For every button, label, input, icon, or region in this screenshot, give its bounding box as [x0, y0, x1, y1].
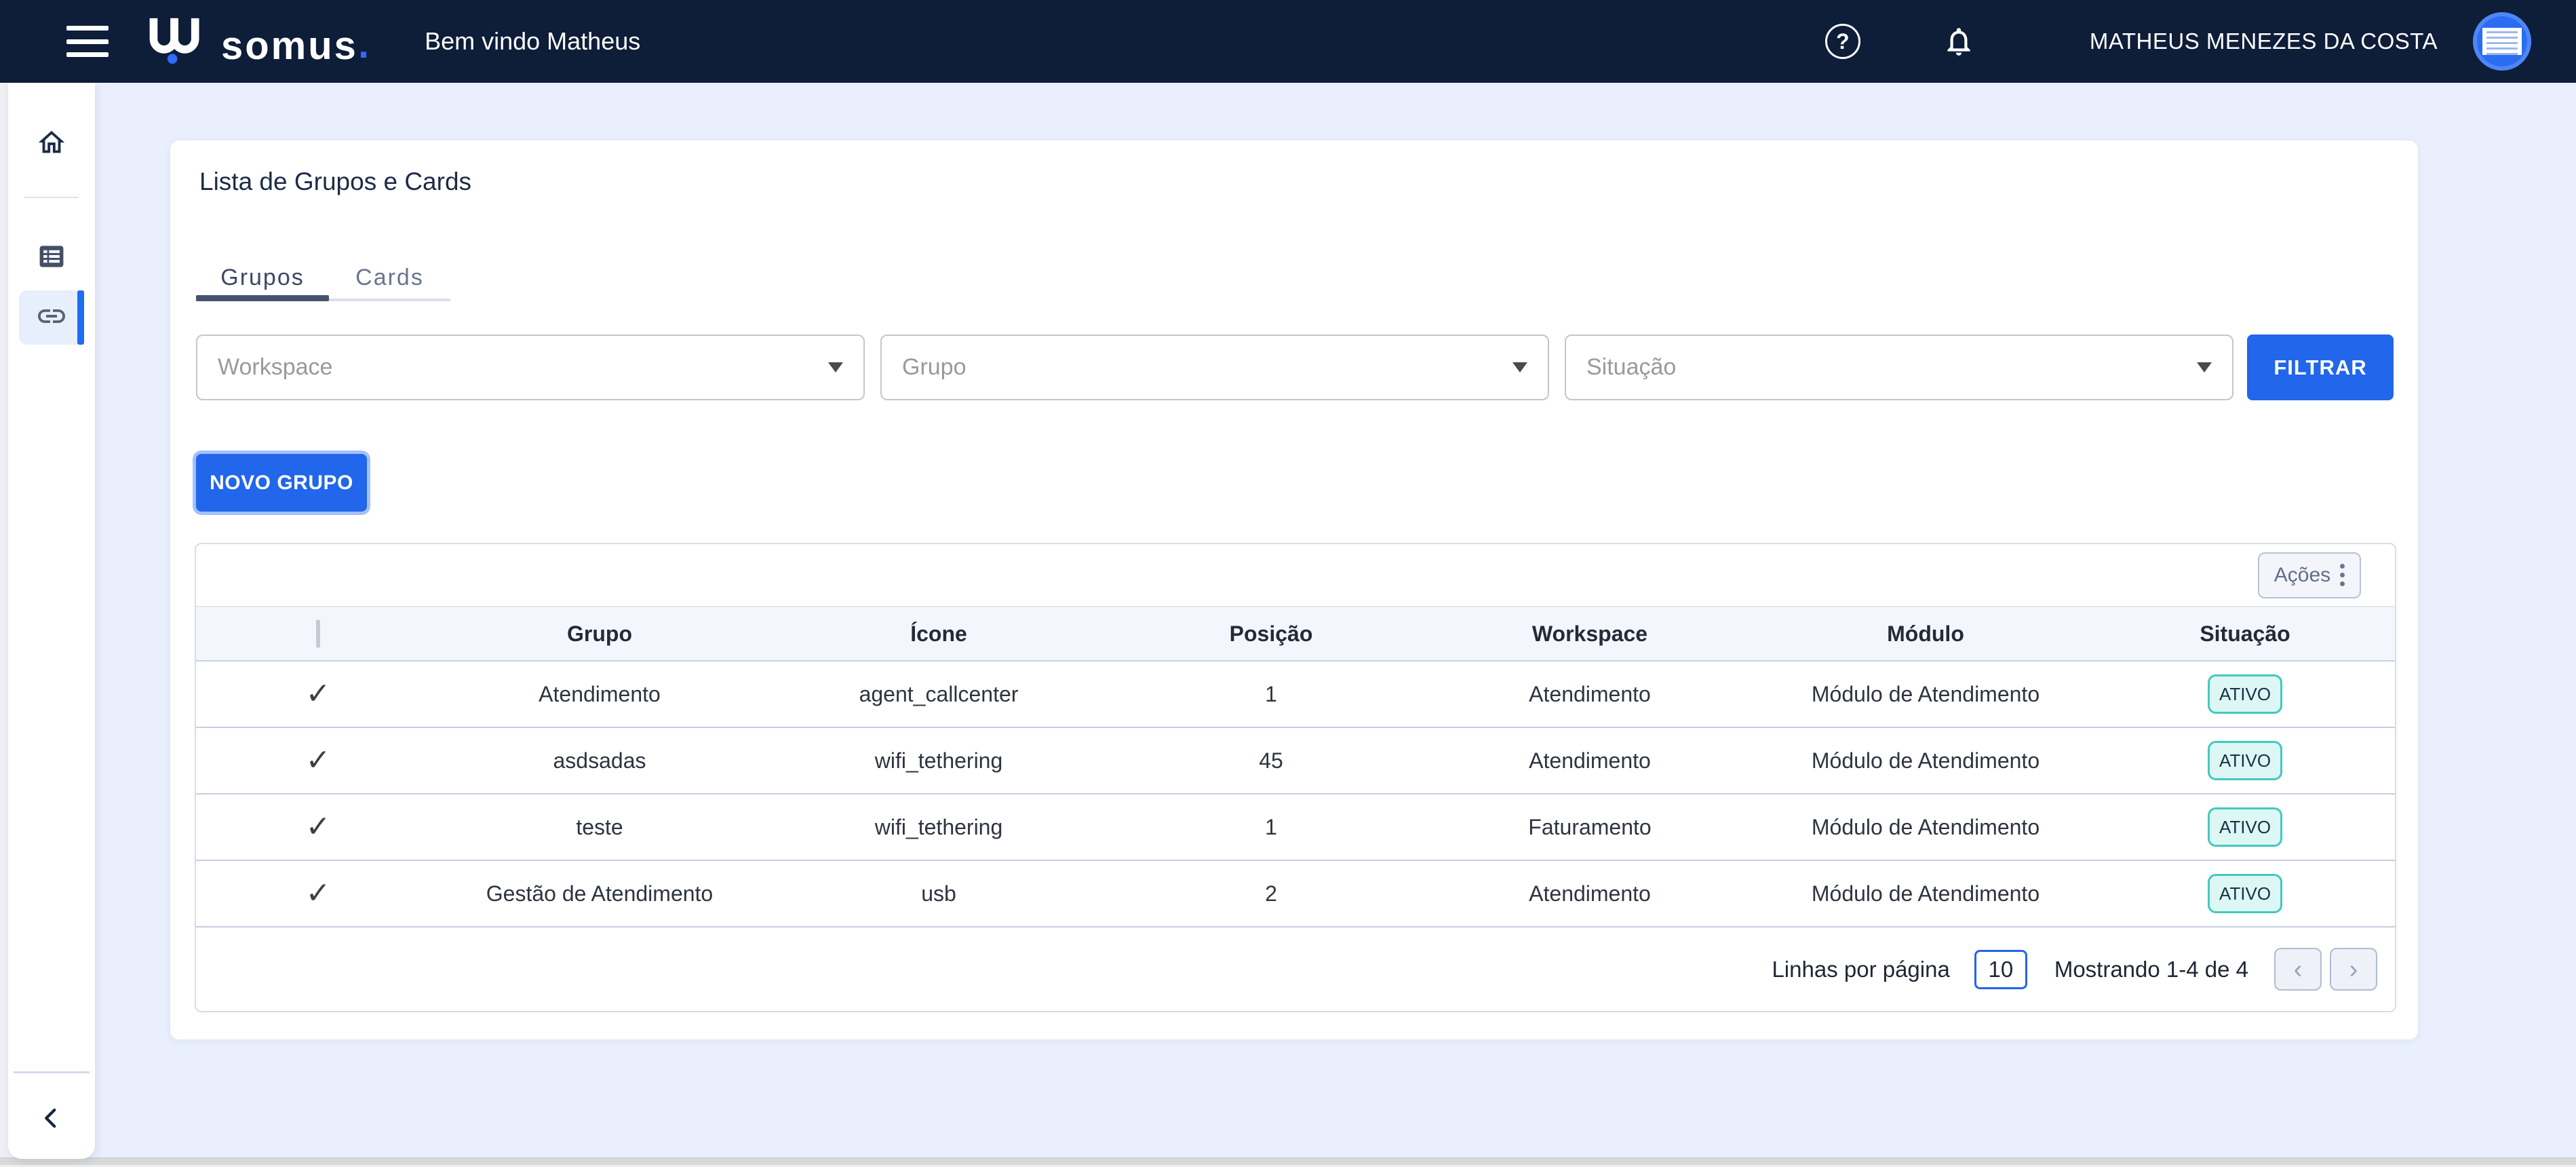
- logo-text: somus: [221, 25, 358, 67]
- page-title: Lista de Grupos e Cards: [199, 168, 471, 196]
- cell-workspace: Atendimento: [1424, 881, 1756, 906]
- column-header-situacao: Situação: [2095, 621, 2395, 647]
- situacao-select-placeholder: Situação: [1586, 354, 1676, 381]
- column-header-workspace: Workspace: [1424, 621, 1756, 647]
- novo-grupo-button[interactable]: NOVO GRUPO: [196, 454, 367, 512]
- status-badge: ATIVO: [2208, 741, 2282, 780]
- chevron-left-icon: ‹: [2294, 957, 2303, 982]
- tabs: Grupos Cards: [196, 257, 450, 298]
- kebab-vertical-icon: [2340, 564, 2345, 586]
- tab-grupos[interactable]: Grupos: [196, 257, 329, 298]
- cell-grupo: teste: [440, 815, 759, 840]
- cell-modulo: Módulo de Atendimento: [1756, 682, 2095, 707]
- topbar: somus. Bem vindo Matheus ? MATHEUS MENEZ…: [0, 0, 2576, 83]
- rows-per-page-input[interactable]: [1974, 950, 2027, 989]
- link-icon: [35, 300, 68, 336]
- previous-page-button[interactable]: ‹: [2274, 948, 2322, 991]
- filter-bar: Workspace Grupo Situação: [196, 334, 2233, 400]
- caret-down-icon: [2197, 362, 2212, 372]
- somus-logo-mark-icon: [138, 16, 214, 67]
- table-header-row: Grupo Ícone Posição Workspace Módulo Sit…: [196, 607, 2395, 662]
- notifications-bell-icon[interactable]: [1942, 24, 1976, 58]
- column-header-modulo: Módulo: [1756, 621, 2095, 647]
- status-badge: ATIVO: [2208, 674, 2282, 714]
- row-selected-check-icon[interactable]: ✓: [306, 877, 331, 910]
- groups-table: Ações Grupo Ícone Posição Workspace Módu…: [195, 543, 2396, 1012]
- grupo-select-placeholder: Grupo: [902, 354, 967, 381]
- sidebar-collapse-button[interactable]: [28, 1101, 75, 1139]
- menu-icon[interactable]: [66, 26, 109, 57]
- acoes-button[interactable]: Ações: [2258, 552, 2361, 598]
- cell-posicao: 1: [1118, 815, 1424, 840]
- cell-grupo: Gestão de Atendimento: [440, 881, 759, 906]
- cell-posicao: 1: [1118, 682, 1424, 707]
- column-header-grupo: Grupo: [440, 621, 759, 647]
- next-page-button[interactable]: ›: [2330, 948, 2377, 991]
- situacao-select[interactable]: Situação: [1565, 334, 2233, 400]
- column-header-icone: Ícone: [759, 621, 1118, 647]
- column-header-posicao: Posição: [1118, 621, 1424, 647]
- row-selected-check-icon[interactable]: ✓: [306, 677, 331, 710]
- caret-down-icon: [828, 362, 843, 372]
- sidebar-item-links-active[interactable]: [19, 290, 84, 345]
- cell-icone: wifi_tethering: [759, 748, 1118, 773]
- chevron-left-icon: [40, 1107, 63, 1133]
- help-icon[interactable]: ?: [1825, 24, 1860, 59]
- cell-icone: wifi_tethering: [759, 815, 1118, 840]
- cell-icone: usb: [759, 881, 1118, 906]
- cell-posicao: 2: [1118, 881, 1424, 906]
- rows-per-page-label: Linhas por página: [1772, 957, 1949, 982]
- sidebar-divider: [24, 197, 79, 198]
- user-name[interactable]: MATHEUS MENEZES DA COSTA: [2090, 28, 2438, 54]
- row-selected-check-icon[interactable]: ✓: [306, 744, 331, 777]
- chevron-right-icon: ›: [2349, 957, 2358, 982]
- home-icon: [36, 127, 67, 161]
- table-toolbar: Ações: [196, 544, 2395, 607]
- somus-logo[interactable]: somus.: [138, 16, 369, 67]
- table-row[interactable]: ✓ Atendimento agent_callcenter 1 Atendim…: [196, 662, 2395, 728]
- workspace-select-placeholder: Workspace: [218, 354, 332, 381]
- main-card: Lista de Grupos e Cards Grupos Cards Wor…: [170, 140, 2419, 1040]
- welcome-text: Bem vindo Matheus: [425, 27, 640, 56]
- cell-posicao: 45: [1118, 748, 1424, 773]
- status-badge: ATIVO: [2208, 874, 2282, 913]
- select-all-checkbox[interactable]: [316, 619, 320, 648]
- horizontal-scrollbar[interactable]: [0, 1158, 2576, 1165]
- table-footer: Linhas por página Mostrando 1-4 de 4 ‹ ›: [196, 927, 2395, 1011]
- sidebar-bottom-divider: [14, 1071, 90, 1073]
- table-row[interactable]: ✓ Gestão de Atendimento usb 2 Atendiment…: [196, 861, 2395, 927]
- sidebar-item-home[interactable]: [19, 117, 84, 171]
- acoes-button-label: Ações: [2274, 564, 2330, 587]
- showing-range-label: Mostrando 1-4 de 4: [2054, 957, 2248, 982]
- caret-down-icon: [1513, 362, 1527, 372]
- logo-dot: .: [358, 22, 369, 67]
- cell-workspace: Atendimento: [1424, 682, 1756, 707]
- table-row[interactable]: ✓ asdsadas wifi_tethering 45 Atendimento…: [196, 728, 2395, 795]
- table-row[interactable]: ✓ teste wifi_tethering 1 Faturamento Mód…: [196, 795, 2395, 861]
- row-selected-check-icon[interactable]: ✓: [306, 810, 331, 843]
- cell-modulo: Módulo de Atendimento: [1756, 881, 2095, 906]
- cell-modulo: Módulo de Atendimento: [1756, 748, 2095, 773]
- tab-active-indicator: [196, 295, 329, 301]
- cell-workspace: Faturamento: [1424, 815, 1756, 840]
- sidebar-item-list[interactable]: [19, 231, 84, 285]
- tab-cards[interactable]: Cards: [329, 257, 450, 298]
- grupo-select[interactable]: Grupo: [880, 334, 1549, 400]
- cell-grupo: Atendimento: [440, 682, 759, 707]
- workspace-select[interactable]: Workspace: [196, 334, 865, 400]
- filtrar-button[interactable]: FILTRAR: [2247, 334, 2394, 400]
- avatar[interactable]: [2473, 12, 2531, 71]
- cell-grupo: asdsadas: [440, 748, 759, 773]
- list-icon: [37, 242, 66, 275]
- cell-modulo: Módulo de Atendimento: [1756, 815, 2095, 840]
- cell-workspace: Atendimento: [1424, 748, 1756, 773]
- sidebar: [8, 83, 95, 1159]
- cell-icone: agent_callcenter: [759, 682, 1118, 707]
- status-badge: ATIVO: [2208, 807, 2282, 847]
